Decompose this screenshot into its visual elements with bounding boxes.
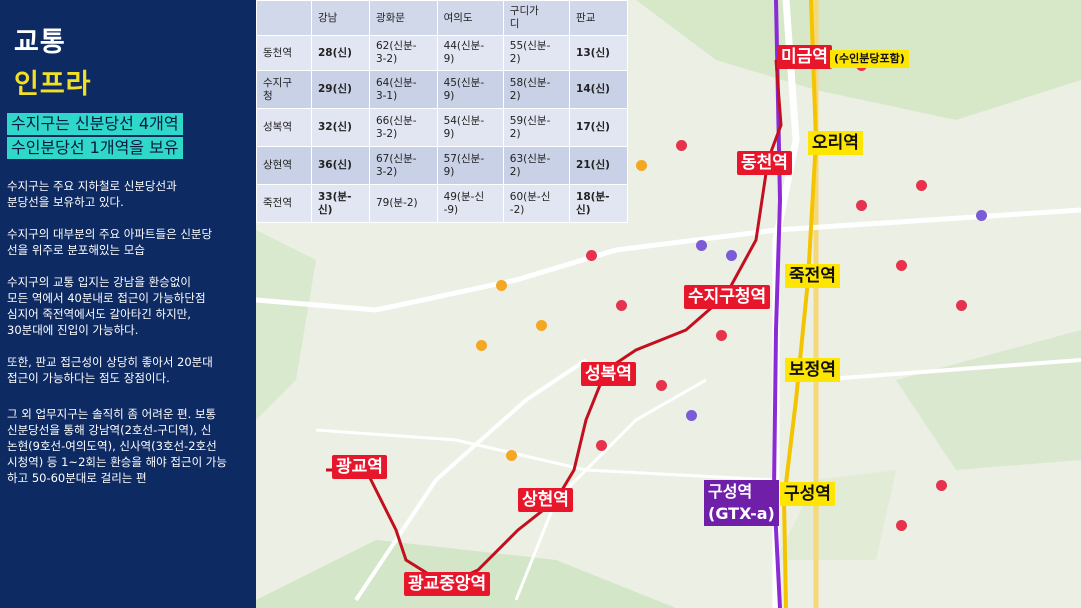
table-cell: 죽전역 xyxy=(256,184,312,223)
table-cell: 14(신) xyxy=(569,70,628,109)
poi-marker xyxy=(896,520,907,531)
paragraph-4: 또한, 판교 접근성이 상당히 좋아서 20분대 접근이 가능하다는 점도 장점… xyxy=(7,355,213,385)
table-cell: 62(신분- 3-2) xyxy=(368,35,438,71)
highlight-line-2: 수인분당선 1개역을 보유 xyxy=(7,137,183,159)
station-bojeong: 보정역 xyxy=(785,358,840,382)
table-header-cell xyxy=(256,0,312,36)
poi-marker xyxy=(496,280,507,291)
table-row: 성복역 32(신) 66(신분- 3-2) 54(신분- 9) 59(신분- 2… xyxy=(256,108,628,147)
poi-marker xyxy=(726,250,737,261)
table-cell: 13(신) xyxy=(569,35,628,71)
table-cell: 59(신분- 2) xyxy=(502,108,571,147)
poi-marker xyxy=(856,200,867,211)
table-cell: 21(신) xyxy=(569,146,628,185)
poi-marker xyxy=(956,300,967,311)
poi-marker xyxy=(476,340,487,351)
paragraph-2: 수지구의 대부분의 주요 아파트들은 신분당 선을 위주로 분포해있는 모습 xyxy=(7,227,213,257)
table-header-cell: 여의도 xyxy=(436,0,504,36)
poi-marker xyxy=(976,210,987,221)
table-header-cell: 판교 xyxy=(569,0,628,36)
table-cell: 58(신분- 2) xyxy=(502,70,571,109)
sidebar-panel: 교통 인프라 수지구는 신분당선 4개역 수인분당선 1개역을 보유 수지구는 … xyxy=(0,0,256,608)
poi-marker xyxy=(686,410,697,421)
table-cell: 동천역 xyxy=(256,35,312,71)
title-line-2: 인프라 xyxy=(14,69,92,100)
table-cell: 수지구 청 xyxy=(256,70,312,109)
commute-time-table: 강남 광화문 여의도 구디가 디 판교 동천역 28(신) 62(신분- 3-2… xyxy=(256,0,628,223)
poi-marker xyxy=(916,180,927,191)
table-header-cell: 구디가 디 xyxy=(502,0,571,36)
poi-marker xyxy=(616,300,627,311)
station-ori: 오리역 xyxy=(808,131,863,155)
table-cell: 18(분- 신) xyxy=(569,184,628,223)
table-cell: 54(신분- 9) xyxy=(436,108,504,147)
station-jukjeon: 죽전역 xyxy=(785,264,840,288)
station-sanghyeon: 상현역 xyxy=(518,488,573,512)
table-cell: 44(신분- 9) xyxy=(436,35,504,71)
poi-marker xyxy=(596,440,607,451)
table-cell: 49(분-신 -9) xyxy=(436,184,504,223)
title-line-1: 교통 xyxy=(14,27,66,58)
poi-marker xyxy=(896,260,907,271)
table-cell: 36(신) xyxy=(311,146,370,185)
table-row: 동천역 28(신) 62(신분- 3-2) 44(신분- 9) 55(신분- 2… xyxy=(256,35,628,71)
table-cell: 60(분-신 -2) xyxy=(502,184,571,223)
station-gwanggyo-jungang: 광교중앙역 xyxy=(404,572,491,596)
table-cell: 29(신) xyxy=(311,70,370,109)
table-cell: 66(신분- 3-2) xyxy=(368,108,438,147)
table-cell: 79(분-2) xyxy=(368,184,438,223)
table-cell: 상현역 xyxy=(256,146,312,185)
table-row: 수지구 청 29(신) 64(신분- 3-1) 45(신분- 9) 58(신분-… xyxy=(256,70,628,109)
station-sujigucheong: 수지구청역 xyxy=(684,285,771,309)
table-cell: 17(신) xyxy=(569,108,628,147)
paragraph-3: 수지구의 교통 입지는 강남을 환승없이 모든 역에서 40분내로 접근이 가능… xyxy=(7,275,206,337)
station-migeum-note: (수인분당포함) xyxy=(830,50,909,68)
poi-marker xyxy=(506,450,517,461)
table-cell: 성복역 xyxy=(256,108,312,147)
station-dongcheon: 동천역 xyxy=(737,151,792,175)
table-cell: 64(신분- 3-1) xyxy=(368,70,438,109)
table-row: 죽전역 33(분- 신) 79(분-2) 49(분-신 -9) 60(분-신 -… xyxy=(256,184,628,223)
table-header-cell: 강남 xyxy=(311,0,370,36)
table-cell: 55(신분- 2) xyxy=(502,35,571,71)
table-row: 상현역 36(신) 67(신분- 3-2) 57(신분- 9) 63(신분- 2… xyxy=(256,146,628,185)
poi-marker xyxy=(656,380,667,391)
table-cell: 57(신분- 9) xyxy=(436,146,504,185)
table-header-cell: 광화문 xyxy=(368,0,438,36)
table-cell: 28(신) xyxy=(311,35,370,71)
table-cell: 67(신분- 3-2) xyxy=(368,146,438,185)
table-cell: 32(신) xyxy=(311,108,370,147)
poi-marker xyxy=(936,480,947,491)
paragraph-5: 그 외 업무지구는 솔직히 좀 어려운 편. 보통 신분당선을 통해 강남역(2… xyxy=(7,407,227,485)
poi-marker xyxy=(586,250,597,261)
station-seongbok: 성복역 xyxy=(581,362,636,386)
station-guseong: 구성역 xyxy=(780,482,835,506)
poi-marker xyxy=(676,140,687,151)
table-header-row: 강남 광화문 여의도 구디가 디 판교 xyxy=(256,0,628,36)
poi-marker xyxy=(696,240,707,251)
station-gwanggyo: 광교역 xyxy=(332,455,387,479)
table-cell: 45(신분- 9) xyxy=(436,70,504,109)
table-cell: 33(분- 신) xyxy=(311,184,370,223)
poi-marker xyxy=(716,330,727,341)
poi-marker xyxy=(536,320,547,331)
paragraph-1: 수지구는 주요 지하철로 신분당선과 분당선을 보유하고 있다. xyxy=(7,179,177,209)
table-cell: 63(신분- 2) xyxy=(502,146,571,185)
station-guseong-gtx: 구성역 (GTX-a) xyxy=(704,480,779,526)
poi-marker xyxy=(636,160,647,171)
highlight-line-1: 수지구는 신분당선 4개역 xyxy=(7,113,183,135)
station-migeum: 미금역 xyxy=(777,45,832,69)
